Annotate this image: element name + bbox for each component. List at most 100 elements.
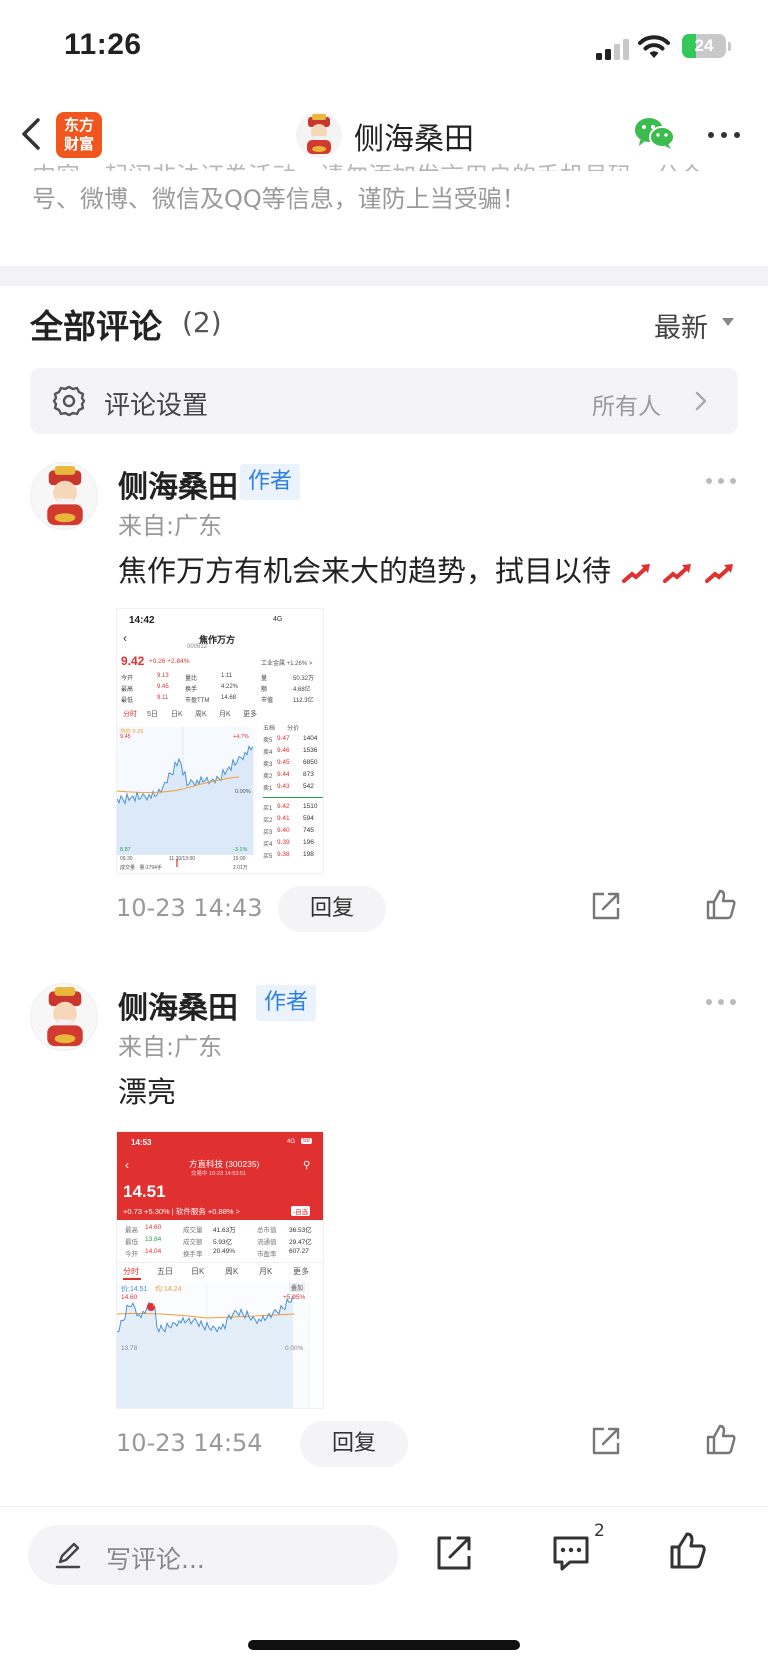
home-indicator [248,1640,520,1650]
comment-count-badge: 2 [594,1521,605,1541]
comment-image[interactable]: 14:53 4G 59 ‹ 方直科技 (300235) 交易中 10-23 14… [116,1131,324,1409]
quote-stat: 112.3亿 [293,698,314,704]
like-icon[interactable] [704,1423,738,1457]
chart-tab: 分时 [123,1267,139,1276]
quote-stat: 9.13 [157,673,169,679]
chart-tab: 周K [225,1267,239,1276]
quote-stat: 最低 [125,1239,138,1246]
quote-stat: 换手率 [183,1251,203,1258]
quote-stat: 50.32万 [293,676,315,682]
chart-tab: 更多 [243,711,257,718]
comment-time: 10-23 14:43 [116,894,263,922]
caishen-avatar-icon [307,114,331,154]
comment-settings-row[interactable]: 评论设置 所有人 [30,368,738,434]
chart-tab: 五日 [157,1267,173,1276]
avatar[interactable] [30,462,98,530]
chart-tab: 月K [259,1267,273,1276]
like-icon[interactable] [668,1531,708,1571]
order-book-tab: 五档 [263,726,276,732]
caishen-avatar-icon [47,986,83,1047]
comment-item: 侧海桑田 作者 来自:广东 漂亮 14:53 4G 59 ‹ 方直科技 (300… [0,983,768,1467]
share-icon[interactable] [590,890,622,922]
quote-stat: 9.45 [157,684,169,690]
comment-image[interactable]: 14:42 4G ‹ 焦作万方 000612 9.42 +0.26 +2.84%… [116,608,324,874]
quote-stat: 今开 [125,1251,138,1258]
quote-stat: 4.22% [221,684,239,690]
chart-tab: 月K [219,711,231,718]
quote-stat: 量 [261,676,268,682]
chart-tab: 周K [195,711,207,718]
back-icon: ‹ [125,1158,129,1172]
quote-stat: 流通值 [257,1239,277,1246]
risk-notice-partial-line: 内容，起闹非法证券活动。请勿添加发言用户的手机号码、公众 [32,157,704,171]
chart-tab: 分时 [123,711,137,718]
quote-stat: 9.11 [157,695,169,701]
back-icon[interactable] [14,112,50,156]
status-bar: 11:26 24 [0,0,768,96]
quote-stat: 最高 [121,687,134,693]
chart-tab: 5日 [147,711,158,718]
share-icon[interactable] [590,1425,622,1457]
comment-username[interactable]: 侧海桑田 [118,983,238,1027]
share-icon[interactable] [434,1533,474,1573]
comment-more-icon[interactable] [706,999,736,1007]
chevron-right-icon [695,391,707,411]
bottom-action-bar: 写评论... 2 [0,1506,768,1663]
like-icon[interactable] [704,888,738,922]
quote-stat: 最低 [121,698,134,704]
back-icon: ‹ [123,631,127,645]
caret-down-icon[interactable] [722,318,734,326]
quote-stat: 14.60 [145,1224,162,1231]
comment-more-icon[interactable] [706,478,736,486]
comment-item: 侧海桑田 作者 来自:广东 焦作万方有机会来大的趋势，拭目以待 14:42 4G… [0,462,768,942]
reply-button[interactable]: 回复 [300,1421,408,1467]
quote-stat: 总市值 [257,1227,277,1234]
comments-count: (2) [182,306,222,339]
risk-notice-text: 号、微博、微信及QQ等信息，谨防上当受骗！ [32,185,526,213]
quote-stat: 1.11 [221,673,233,679]
trend-up-icon [622,564,651,583]
quote-stat: 额 [261,687,268,693]
write-comment-input[interactable]: 写评论... [28,1525,398,1585]
quote-stat: 20.49% [213,1248,236,1255]
write-comment-placeholder: 写评论... [106,1545,205,1574]
quote-stat: 607.27 [289,1248,309,1255]
comment-location: 来自:广东 [118,1033,223,1061]
comment-location: 来自:广东 [118,512,223,540]
quote-stat: 量比 [185,676,198,682]
comments-title: 全部评论 [30,307,162,346]
trend-up-icon [704,564,733,583]
quote-stat: 36.53亿 [289,1227,312,1234]
comment-time: 10-23 14:54 [116,1429,263,1457]
gear-icon [52,385,86,417]
quote-stat: 最高 [125,1227,138,1234]
quote-stat: 29.47亿 [289,1239,312,1246]
chart-tab: 日K [191,1267,205,1276]
quote-stat: 14.68 [221,695,237,701]
quote-stat: 41.63万 [213,1227,236,1234]
quote-stat: 换手 [185,687,198,693]
section-divider [0,266,768,286]
app-logo[interactable]: 东方 财富 [56,112,102,158]
author-badge: 作者 [256,985,317,1021]
comment-text: 漂亮 [118,1075,177,1109]
cellular-signal-icon [596,38,629,60]
avatar[interactable] [296,112,342,158]
battery-level: 24 [694,36,714,55]
sort-dropdown[interactable]: 最新 [654,306,708,345]
author-badge: 作者 [240,464,301,500]
order-book-tab: 分价 [287,726,300,732]
comment-username[interactable]: 侧海桑田 [118,462,238,506]
quote-stat: 市值 [261,698,274,704]
quote-stat: 成交额 [183,1239,203,1246]
quote-stat: 14.04 [145,1248,162,1255]
comment-icon[interactable] [550,1533,592,1573]
quote-stat: 今开 [121,676,134,682]
chart-tab: 日K [171,711,183,718]
quote-stat: 5.93亿 [213,1239,233,1246]
reply-button[interactable]: 回复 [278,886,386,932]
quote-stat: 4.68亿 [293,687,311,693]
more-icon[interactable] [706,132,742,140]
avatar[interactable] [30,983,98,1051]
wechat-icon[interactable] [634,116,676,152]
